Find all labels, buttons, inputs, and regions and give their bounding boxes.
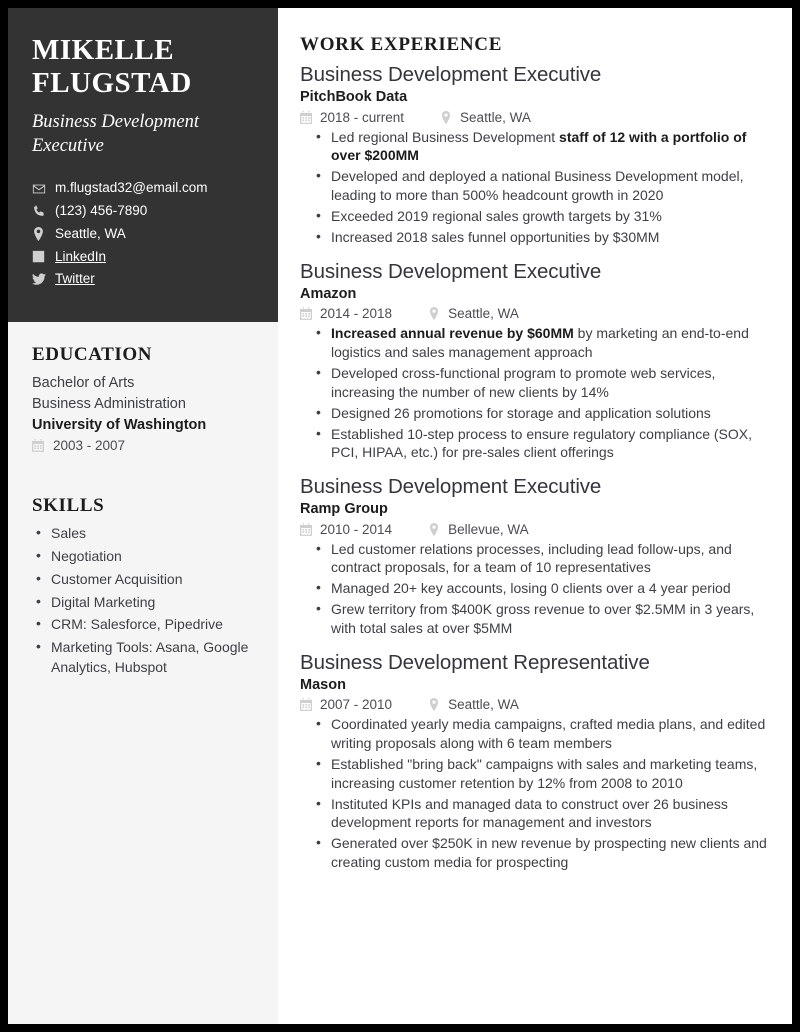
list-item: Designed 26 promotions for storage and a… [300,403,772,423]
name-line-first: MIKELLE [32,34,175,66]
job-entry: Business Development Representative Maso… [300,650,772,872]
calendar-icon [300,307,315,321]
list-item: Exceeded 2019 regional sales growth targ… [300,206,772,226]
work-experience-heading: WORK EXPERIENCE [300,34,503,55]
job-bullet-list: Increased annual revenue by $60MM by mar… [300,323,772,462]
job-company: PitchBook Data [300,89,408,105]
work-experience-list: Business Development Executive PitchBook… [300,62,772,872]
contact-phone-label: (123) 456-7890 [55,203,148,219]
job-location: Seattle, WA [448,306,519,322]
education-section: EDUCATION Bachelor of Arts Business Admi… [32,344,254,453]
skills-heading: SKILLS [32,494,105,516]
calendar-icon [300,698,315,712]
contact-email: m.flugstad32@email.com [32,180,254,196]
contact-location-label: Seattle, WA [55,225,126,241]
job-location: Bellevue, WA [448,521,529,537]
job-company: Ramp Group [300,501,388,518]
job-location-group: Seattle, WA [428,697,519,712]
job-subtitle: Business Development Executive [32,112,199,156]
job-title: Business Development Representative [300,650,650,674]
job-entry: Business Development Executive Ramp Grou… [300,474,772,638]
list-item: Generated over $250K in new revenue by p… [300,833,772,871]
list-item: Grew territory from $400K gross revenue … [300,599,772,637]
list-item: Negotiation [32,546,254,567]
map-pin-icon [428,522,443,536]
job-bullet-list: Led regional Business Development staff … [300,127,772,247]
skills-section: SKILLS Sales Negotiation Customer Acquis… [32,495,254,678]
education-heading: EDUCATION [32,343,153,365]
contact-location: Seattle, WA [32,226,254,242]
list-item: Marketing Tools: Asana, Google Analytics… [32,637,254,678]
job-dates: 2007 - 2010 [320,697,393,713]
list-item: Increased 2018 sales funnel opportunitie… [300,227,772,247]
contact-linkedin-label[interactable]: LinkedIn [55,249,106,265]
job-location: Seattle, WA [448,697,519,713]
job-bullet-list: Led customer relations processes, includ… [300,539,772,638]
list-item: Developed cross-functional program to pr… [300,363,772,401]
sidebar: MIKELLE FLUGSTAD Business Development Ex… [8,8,278,1024]
list-item: CRM: Salesforce, Pipedrive [32,614,254,635]
resume-page: MIKELLE FLUGSTAD Business Development Ex… [8,8,792,1024]
calendar-icon [300,522,315,536]
list-item: Customer Acquisition [32,569,254,590]
list-item: Increased annual revenue by $60MM by mar… [300,323,772,361]
education-dates: 2003 - 2007 [32,438,254,453]
job-title: Business Development Executive [300,259,602,283]
job-location-group: Seattle, WA [440,110,531,125]
education-school: University of Washington [32,416,207,433]
calendar-icon [32,438,48,452]
list-item: Led customer relations processes, includ… [300,539,772,577]
list-item: Digital Marketing [32,592,254,613]
skills-list: Sales Negotiation Customer Acquisition D… [32,523,254,678]
job-dates: 2014 - 2018 [320,306,393,322]
twitter-icon [32,273,49,286]
job-meta: 2007 - 2010 Seattle, WA [300,697,772,712]
list-item: Led regional Business Development staff … [300,127,772,165]
contact-email-label: m.flugstad32@email.com [55,180,208,196]
job-dates: 2018 - current [320,109,405,125]
job-company: Amazon [300,285,357,302]
job-meta: 2010 - 2014 Bellevue, WA [300,522,772,537]
calendar-icon [300,110,315,124]
map-pin-icon [428,307,443,321]
list-item: Coordinated yearly media campaigns, craf… [300,714,772,752]
job-company: Mason [300,676,346,693]
page-title: MIKELLE FLUGSTAD [32,34,254,100]
name-line-last: FLUGSTAD [32,67,192,100]
job-meta: 2018 - current Seattle, WA [300,110,772,125]
job-meta: 2014 - 2018 Seattle, WA [300,306,772,321]
education-dates-label: 2003 - 2007 [53,437,126,453]
job-location-group: Seattle, WA [428,306,519,321]
sidebar-header: MIKELLE FLUGSTAD Business Development Ex… [8,8,278,322]
list-item: Instituted KPIs and managed data to cons… [300,794,772,832]
list-item: Established 10-step process to ensure re… [300,424,772,462]
contact-linkedin[interactable]: LinkedIn [32,249,254,265]
list-item: Managed 20+ key accounts, losing 0 clien… [300,578,772,598]
envelope-icon [32,182,49,196]
job-dates: 2010 - 2014 [320,521,393,537]
education-field: Business Administration [32,395,186,412]
job-title: Business Development Executive [300,475,602,499]
map-pin-icon [428,698,443,711]
job-bullet-list: Coordinated yearly media campaigns, craf… [300,714,772,871]
job-title: Business Development Executive [300,63,602,86]
sidebar-body: EDUCATION Bachelor of Arts Business Admi… [8,322,278,678]
contact-list: m.flugstad32@email.com (123) 456-7890 Se… [32,180,254,287]
job-entry: Business Development Executive Amazon 20… [300,259,772,462]
main-column: WORK EXPERIENCE Business Development Exe… [278,8,792,1024]
contact-twitter-label[interactable]: Twitter [55,271,95,287]
job-entry: Business Development Executive PitchBook… [300,62,772,247]
education-degree: Bachelor of Arts [32,374,135,391]
job-location-group: Bellevue, WA [428,522,529,537]
map-pin-icon [32,226,49,241]
map-pin-icon [440,110,455,124]
contact-phone: (123) 456-7890 [32,203,254,219]
phone-icon [32,204,49,218]
linkedin-icon [32,250,49,263]
list-item: Developed and deployed a national Busine… [300,166,772,204]
list-item: Established "bring back" campaigns with … [300,754,772,792]
list-item: Sales [32,523,254,544]
job-location: Seattle, WA [460,109,531,125]
contact-twitter[interactable]: Twitter [32,271,254,287]
